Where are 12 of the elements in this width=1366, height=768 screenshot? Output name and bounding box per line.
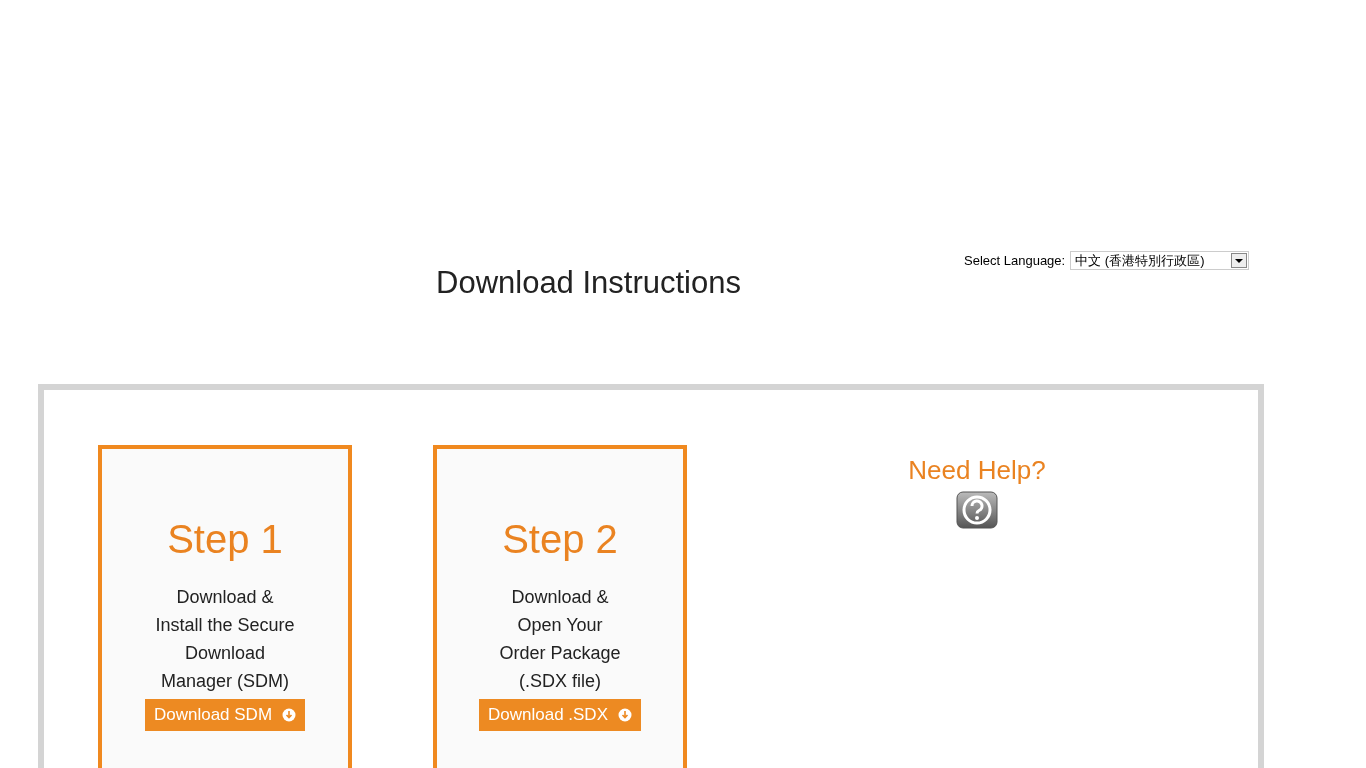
download-button[interactable]: Download .SDX <box>479 699 641 731</box>
need-help-label: Need Help? <box>908 454 1046 487</box>
page-title: Download Instructions <box>436 264 741 302</box>
language-label: Select Language: <box>964 252 1066 270</box>
step-description: Download & Open Your Order Package (.SDX file) <box>499 586 621 693</box>
step-description: Download & Install the Secure Download Manager (SDM) <box>155 586 295 693</box>
language-dropdown[interactable]: 中文 (香港特別行政區) <box>1070 251 1250 271</box>
download-arrow-icon <box>618 708 632 722</box>
step-heading: Step 2 <box>502 517 618 561</box>
download-button[interactable]: Download SDM <box>144 699 306 731</box>
step-heading: Step 1 <box>167 517 283 561</box>
help-icon[interactable] <box>956 491 998 529</box>
